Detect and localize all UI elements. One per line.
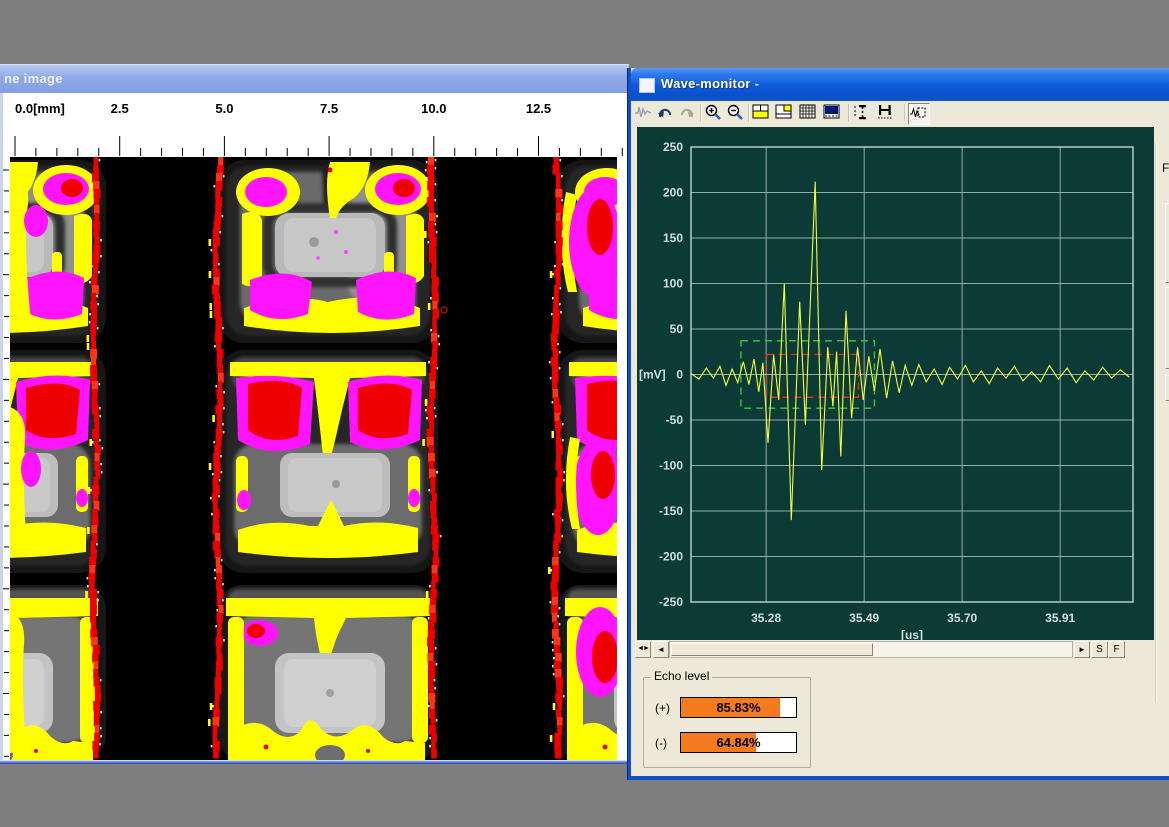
side-panel-button[interactable] (1165, 375, 1169, 401)
ruler-label: 2.5 (111, 101, 129, 116)
image-window-titlebar[interactable]: ne image (0, 64, 629, 94)
acoustic-image[interactable] (10, 157, 617, 760)
wave-toolbar (631, 101, 1169, 125)
ruler-label: 10.0 (421, 101, 446, 116)
echo-plus-bar: 85.83% (680, 697, 797, 718)
grid-icon[interactable] (799, 103, 819, 123)
x-tick-label: 35.49 (849, 611, 879, 625)
echo-level-group (643, 677, 811, 768)
side-panel-label: F (1162, 161, 1169, 175)
x-tick-label: 35.70 (947, 611, 977, 625)
image-window-left-edge (0, 93, 3, 760)
y-tick-label: 50 (670, 322, 684, 336)
waveform-icon[interactable] (634, 103, 654, 123)
dark-pane-icon[interactable] (823, 103, 843, 123)
echo-level-label: Echo level (651, 669, 712, 683)
scrollbar-track[interactable] (669, 641, 1073, 658)
x-tick-label: 35.91 (1045, 611, 1075, 625)
toolbar-separator (748, 104, 750, 121)
y-tick-label: 150 (663, 231, 683, 245)
f-button[interactable]: F (1108, 641, 1125, 658)
fit-button[interactable]: ◄► (635, 641, 651, 658)
y-tick-label: -200 (659, 550, 683, 564)
wave-monitor-title: Wave-monitor - (661, 76, 759, 91)
s-button[interactable]: S (1091, 641, 1108, 658)
y-tick-label: -150 (659, 504, 683, 518)
image-window-bottom-edge (0, 760, 629, 764)
y-tick-label: 0 (676, 368, 683, 382)
wave-gate-icon[interactable] (908, 103, 930, 125)
y-tick-label: -50 (666, 413, 684, 427)
toolbar-separator (904, 104, 906, 121)
image-window-title: ne image (4, 71, 63, 86)
side-panel-button[interactable] (1165, 287, 1169, 369)
pane-bottom-yellow-icon[interactable] (752, 103, 772, 123)
waveform-plot[interactable]: 250 200 150 100 50 0 -50 -100 -150 -200 -250 35.28 3… (637, 127, 1154, 640)
echo-minus-label: (-) (655, 736, 667, 750)
y-axis-label: [mV] (639, 368, 666, 382)
horizontal-gate-icon[interactable] (876, 103, 896, 123)
wave-monitor-window: Wave-monitor - 250 200 150 100 50 0 -50 -100 -15… (628, 68, 1169, 780)
wave-monitor-titlebar[interactable]: Wave-monitor - (631, 68, 1169, 101)
y-tick-label: -100 (659, 459, 683, 473)
redo-icon[interactable] (678, 103, 698, 123)
y-tick-label: 250 (663, 140, 683, 154)
zoom-in-icon[interactable] (704, 103, 724, 123)
ruler-label: 0.0[mm] (15, 101, 65, 116)
undo-icon[interactable] (656, 103, 676, 123)
y-tick-label: 200 (663, 186, 683, 200)
echo-plus-label: (+) (655, 701, 670, 715)
pane-corner-yellow-icon[interactable] (775, 103, 795, 123)
window-icon (639, 78, 655, 93)
scroll-right-button[interactable]: ► (1074, 641, 1090, 658)
toolbar-separator (848, 104, 850, 121)
toolbar-separator (700, 104, 702, 121)
y-tick-label: 100 (663, 277, 683, 291)
panel-groove (1155, 143, 1157, 703)
plot-scrollbar: ◄► ◄ ► S F (631, 641, 1169, 659)
side-panel-button[interactable] (1165, 203, 1169, 283)
zoom-out-icon[interactable] (726, 103, 746, 123)
right-side-panel: F (1155, 103, 1169, 772)
echo-minus-value: 64.84% (681, 735, 796, 750)
ruler-label: 12.5 (526, 101, 551, 116)
scroll-left-button[interactable]: ◄ (653, 641, 669, 658)
echo-plus-value: 85.83% (681, 700, 796, 715)
horizontal-ruler: 0.0[mm] 2.5 5.0 7.5 10.0 12.5 (0, 93, 629, 157)
image-window: ne image 0.0[mm] 2.5 5.0 7.5 10.0 12.5 (0, 64, 629, 764)
ruler-label: 5.0 (215, 101, 233, 116)
scrollbar-thumb[interactable] (671, 643, 873, 656)
echo-minus-bar: 64.84% (680, 732, 797, 753)
ruler-label: 7.5 (320, 101, 338, 116)
x-tick-label: 35.28 (751, 611, 781, 625)
vertical-gate-icon[interactable] (852, 103, 872, 123)
y-tick-label: -250 (659, 595, 683, 609)
x-axis-label: [us] (901, 628, 923, 640)
